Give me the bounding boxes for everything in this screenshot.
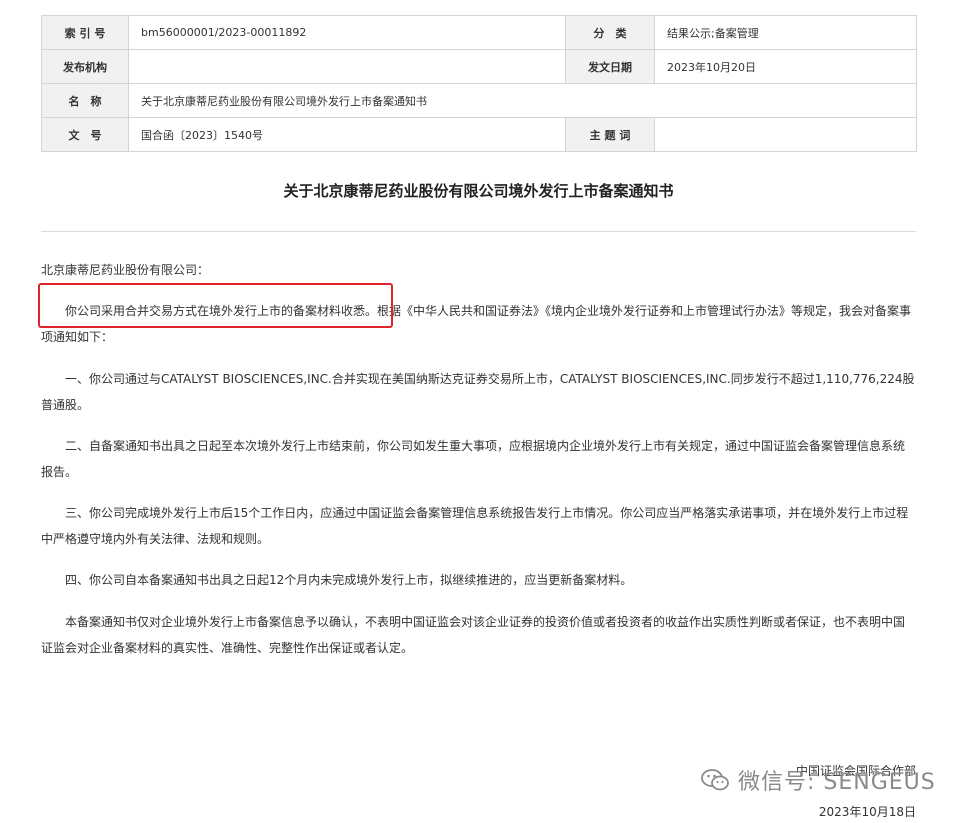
publisher-value	[128, 49, 566, 84]
title-divider	[41, 231, 916, 232]
name-label: 名 称	[41, 83, 129, 118]
publisher-label: 发布机构	[41, 49, 129, 84]
highlight-annotation-box	[38, 283, 393, 328]
paragraph-item-4: 四、你公司自本备案通知书出具之日起12个月内未完成境外发行上市，拟继续推进的，应…	[65, 573, 633, 587]
watermark-text: 微信号: SENGEUS	[738, 770, 936, 795]
meta-row-index: 索 引 号 bm56000001/2023-00011892 分 类 结果公示;…	[41, 15, 917, 50]
doc-no-label: 文 号	[41, 117, 129, 152]
category-label: 分 类	[565, 15, 655, 50]
keywords-value	[654, 117, 917, 152]
paragraph-item-3: 三、你公司完成境外发行上市后15个工作日内，应通过中国证监会备案管理信息系统报告…	[41, 506, 909, 546]
doc-no-value: 国合函〔2023〕1540号	[128, 117, 566, 152]
keywords-label: 主 题 词	[565, 117, 655, 152]
watermark: 微信号: SENGEUS	[700, 760, 936, 800]
salutation: 北京康蒂尼药业股份有限公司：	[41, 263, 210, 277]
document-meta-table: 索 引 号 bm56000001/2023-00011892 分 类 结果公示;…	[41, 15, 917, 152]
paragraph-item-2: 二、自备案通知书出具之日起至本次境外发行上市结束前，你公司如发生重大事项，应根据…	[41, 439, 906, 479]
date-value: 2023年10月20日	[654, 49, 917, 84]
paragraph-item-1: 一、你公司通过与CATALYST BIOSCIENCES,INC.合并实现在美国…	[41, 372, 915, 412]
meta-row-docno: 文 号 国合函〔2023〕1540号 主 题 词	[41, 117, 917, 152]
category-value: 结果公示;备案管理	[654, 15, 917, 50]
meta-row-publisher: 发布机构 发文日期 2023年10月20日	[41, 49, 917, 84]
name-value: 关于北京康蒂尼药业股份有限公司境外发行上市备案通知书	[128, 83, 917, 118]
wechat-icon	[701, 769, 729, 791]
date-label: 发文日期	[565, 49, 655, 84]
paragraph-disclaimer: 本备案通知书仅对企业境外发行上市备案信息予以确认，不表明中国证监会对该企业证券的…	[41, 615, 906, 655]
index-label: 索 引 号	[41, 15, 129, 50]
meta-row-name: 名 称 关于北京康蒂尼药业股份有限公司境外发行上市备案通知书	[41, 83, 917, 118]
document-title: 关于北京康蒂尼药业股份有限公司境外发行上市备案通知书	[283, 182, 674, 200]
index-value: bm56000001/2023-00011892	[128, 15, 566, 50]
signature-date: 2023年10月18日	[818, 805, 916, 819]
